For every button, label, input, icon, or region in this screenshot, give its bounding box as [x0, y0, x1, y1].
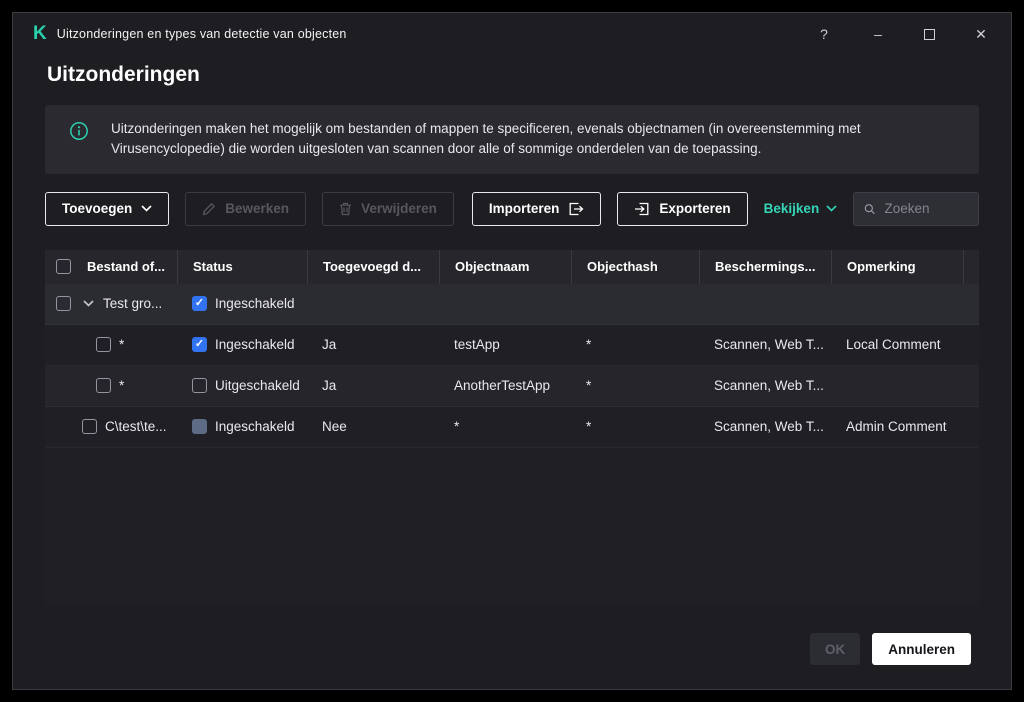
col-header-status[interactable]: Status [177, 250, 307, 284]
file-cell: * [119, 337, 124, 352]
dialog-footer: OK Annuleren [13, 633, 1011, 689]
status-label: Ingeschakeld [215, 419, 295, 434]
group-name: Test gro... [103, 296, 162, 311]
export-button[interactable]: Exporteren [617, 192, 747, 226]
added-cell: Ja [307, 378, 439, 393]
page-title: Uitzonderingen [13, 55, 1011, 105]
comment-cell: Local Comment [831, 337, 963, 352]
protection-cell: Scannen, Web T... [699, 419, 831, 434]
search-box[interactable] [853, 192, 979, 226]
info-icon [69, 121, 89, 146]
chevron-down-icon [83, 300, 94, 307]
table-row[interactable]: * Uitgeschakeld Ja AnotherTestApp * Scan… [45, 366, 979, 407]
file-cell: * [119, 378, 124, 393]
objectname-cell: * [439, 419, 571, 434]
added-cell: Nee [307, 419, 439, 434]
minimize-icon[interactable]: – [870, 27, 886, 41]
kaspersky-logo-icon: K [33, 23, 47, 45]
help-icon[interactable]: ? [816, 27, 832, 41]
window-title: Uitzonderingen en types van detectie van… [57, 27, 347, 41]
toolbar: Toevoegen Bewerken Verwijderen Importere… [45, 192, 979, 226]
add-button-label: Toevoegen [62, 201, 132, 216]
search-icon [864, 202, 875, 216]
add-button[interactable]: Toevoegen [45, 192, 169, 226]
col-header-protection[interactable]: Beschermings... [699, 250, 831, 284]
ok-button[interactable]: OK [810, 633, 860, 665]
header-spacer [963, 250, 981, 284]
edit-button[interactable]: Bewerken [185, 192, 306, 226]
status-checkbox[interactable] [192, 419, 207, 434]
col-header-objecthash[interactable]: Objecthash [571, 250, 699, 284]
table-row-group[interactable]: Test gro... Ingeschakeld [45, 284, 979, 325]
objectname-cell: testApp [439, 337, 571, 352]
status-label: Ingeschakeld [215, 296, 295, 311]
export-icon [634, 202, 650, 216]
objecthash-cell: * [571, 337, 699, 352]
import-icon [568, 202, 584, 216]
info-text: Uitzonderingen maken het mogelijk om bes… [111, 119, 955, 160]
col-header-objectname[interactable]: Objectnaam [439, 250, 571, 284]
close-icon[interactable]: ✕ [973, 27, 989, 41]
export-button-label: Exporteren [659, 201, 730, 216]
maximize-icon[interactable] [924, 29, 935, 40]
chevron-down-icon [141, 205, 152, 212]
import-button-label: Importeren [489, 201, 560, 216]
info-banner: Uitzonderingen maken het mogelijk om bes… [45, 105, 979, 174]
col-header-comment[interactable]: Opmerking [831, 250, 963, 284]
chevron-down-icon [826, 205, 837, 212]
pencil-icon [202, 202, 216, 216]
status-label: Uitgeschakeld [215, 378, 300, 393]
status-checkbox[interactable] [192, 296, 207, 311]
dialog-window: K Uitzonderingen en types van detectie v… [12, 12, 1012, 690]
window-controls: ? – ✕ [816, 27, 989, 41]
status-checkbox[interactable] [192, 337, 207, 352]
import-button[interactable]: Importeren [472, 192, 602, 226]
objecthash-cell: * [571, 378, 699, 393]
status-checkbox[interactable] [192, 378, 207, 393]
row-checkbox[interactable] [96, 378, 111, 393]
edit-button-label: Bewerken [225, 201, 289, 216]
row-checkbox[interactable] [96, 337, 111, 352]
trash-icon [339, 202, 352, 216]
view-menu-label: Bekijken [764, 201, 820, 216]
col-header-added[interactable]: Toegevoegd d... [307, 250, 439, 284]
delete-button-label: Verwijderen [361, 201, 437, 216]
search-input[interactable] [884, 201, 968, 216]
status-label: Ingeschakeld [215, 337, 295, 352]
col-header-file[interactable]: Bestand of... [81, 250, 177, 284]
select-all-checkbox[interactable] [56, 259, 71, 274]
protection-cell: Scannen, Web T... [699, 378, 831, 393]
table-empty-area [45, 448, 979, 606]
select-all-checkbox-cell [45, 250, 81, 284]
row-checkbox[interactable] [56, 296, 71, 311]
table-header: Bestand of... Status Toegevoegd d... Obj… [45, 250, 979, 284]
delete-button[interactable]: Verwijderen [322, 192, 454, 226]
titlebar: K Uitzonderingen en types van detectie v… [13, 13, 1011, 55]
table-body: Test gro... Ingeschakeld * [45, 284, 979, 606]
comment-cell: Admin Comment [831, 419, 963, 434]
objecthash-cell: * [571, 419, 699, 434]
exclusions-table: Bestand of... Status Toegevoegd d... Obj… [45, 250, 979, 606]
view-menu-button[interactable]: Bekijken [764, 201, 838, 216]
table-row[interactable]: * Ingeschakeld Ja testApp * Scannen, Web… [45, 325, 979, 366]
objectname-cell: AnotherTestApp [439, 378, 571, 393]
file-cell: C\test\te... [105, 419, 167, 434]
added-cell: Ja [307, 337, 439, 352]
table-row[interactable]: C\test\te... Ingeschakeld Nee * * Scanne… [45, 407, 979, 448]
row-checkbox[interactable] [82, 419, 97, 434]
protection-cell: Scannen, Web T... [699, 337, 831, 352]
cancel-button[interactable]: Annuleren [872, 633, 971, 665]
